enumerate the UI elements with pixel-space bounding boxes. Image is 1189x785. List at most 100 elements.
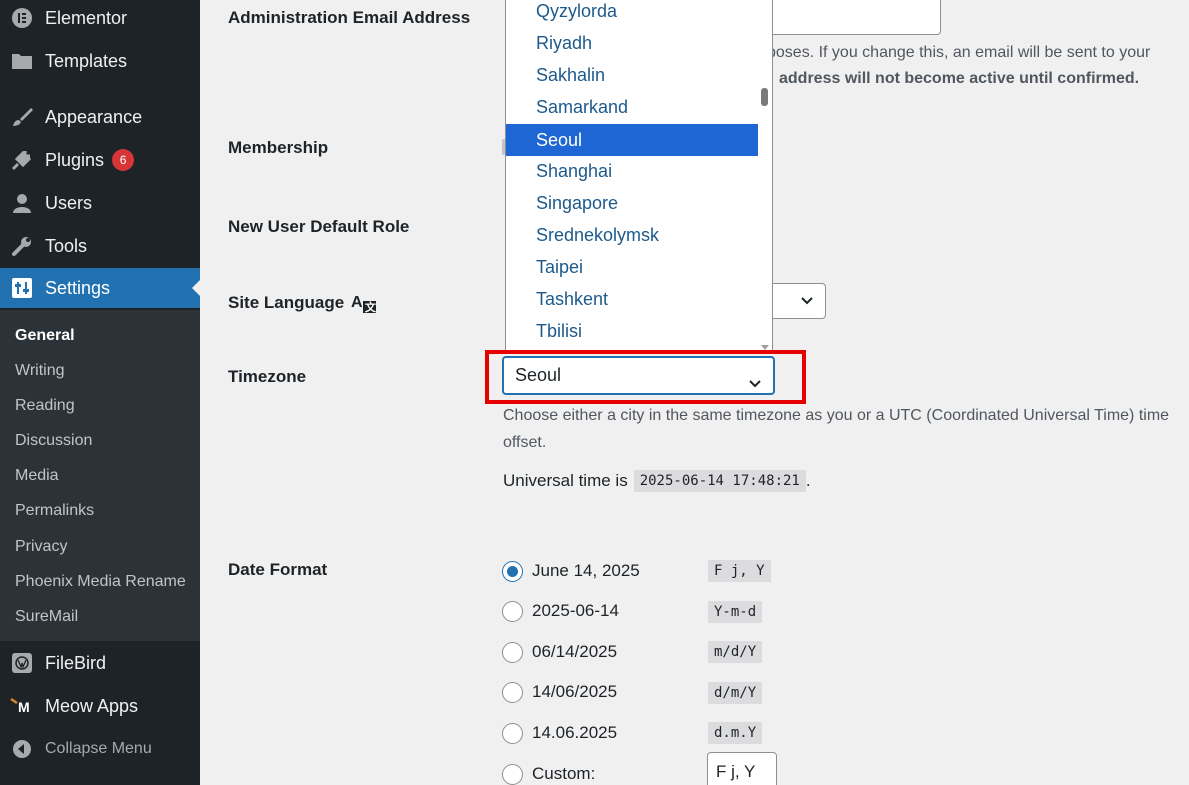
admin-email-desc: poses. If you change this, an email will… (767, 44, 1151, 61)
translate-icon: A文 (351, 292, 377, 314)
svg-text:A: A (351, 294, 363, 311)
universal-time-row: Universal time is 2025-06-14 17:48:21 . (503, 470, 811, 492)
membership-label: Membership (228, 138, 329, 157)
meow-apps-icon: M (10, 694, 34, 718)
timezone-label: Timezone (228, 367, 307, 386)
admin-email-label: Administration Email Address (228, 8, 471, 27)
wrench-icon (10, 234, 34, 258)
site-language-label: Site Language (228, 293, 345, 312)
timezone-option[interactable]: Qyzylorda (506, 0, 759, 27)
menu-label: Plugins (45, 149, 105, 170)
date-format-code: d/m/Y (708, 682, 763, 704)
radio-button[interactable] (502, 641, 523, 663)
settings-icon (10, 276, 34, 300)
red-highlight-box (485, 350, 806, 404)
radio-button[interactable] (502, 763, 523, 785)
date-format-option[interactable]: 14.06.2025 (502, 721, 617, 745)
submenu-reading[interactable]: Reading (0, 388, 200, 423)
menu-label: Users (45, 192, 93, 213)
date-format-option-custom[interactable]: Custom: (502, 762, 595, 785)
date-format-option[interactable]: 14/06/2025 (502, 680, 617, 704)
date-format-example: 14.06.2025 (532, 723, 618, 742)
submenu-privacy[interactable]: Privacy (0, 529, 200, 564)
submenu-writing[interactable]: Writing (0, 353, 200, 388)
menu-label: Appearance (45, 106, 143, 127)
settings-submenu: General Writing Reading Discussion Media… (0, 310, 200, 641)
timezone-option[interactable]: Sakhalin (506, 59, 759, 91)
collapse-menu-button[interactable]: Collapse Menu (0, 729, 200, 769)
menu-item-tools[interactable]: Tools (0, 226, 200, 266)
menu-label: Elementor (45, 7, 128, 28)
timezone-option-selected[interactable]: Seoul (506, 124, 759, 156)
menu-item-meow-apps[interactable]: M Meow Apps (0, 686, 200, 726)
menu-label: Templates (45, 50, 128, 71)
menu-label: Tools (45, 235, 88, 256)
date-format-option[interactable]: 2025-06-14 (502, 599, 619, 623)
timezone-option[interactable]: Shanghai (506, 155, 759, 187)
timezone-description: Choose either a city in the same timezon… (503, 407, 1170, 451)
menu-item-plugins[interactable]: Plugins 6 (0, 140, 200, 180)
submenu-permalinks[interactable]: Permalinks (0, 493, 200, 528)
universal-time-prefix: Universal time is (503, 471, 628, 490)
collapse-icon (10, 737, 34, 761)
menu-label: FileBird (45, 652, 107, 673)
date-format-label: Date Format (228, 560, 328, 579)
date-format-example: 2025-06-14 (532, 601, 619, 620)
menu-item-filebird[interactable]: FileBird (0, 643, 200, 683)
date-format-code: d.m.Y (708, 722, 763, 744)
timezone-dropdown-list[interactable]: Qyzylorda Riyadh Sakhalin Samarkand Seou… (505, 0, 773, 352)
date-format-example: June 14, 2025 (532, 561, 640, 580)
date-format-example: 14/06/2025 (532, 682, 618, 701)
plugins-update-badge: 6 (112, 149, 135, 171)
timezone-option[interactable]: Tashkent (506, 283, 759, 315)
date-format-custom-label: Custom: (532, 764, 596, 783)
scrollbar-thumb[interactable] (761, 88, 768, 106)
date-format-option[interactable]: June 14, 2025 (502, 559, 640, 583)
site-language-row-label: Site Language A文 (228, 292, 377, 314)
menu-item-settings[interactable]: Settings (0, 268, 200, 308)
folder-icon (10, 49, 34, 73)
timezone-option[interactable]: Srednekolymsk (506, 219, 759, 251)
universal-time-suffix: . (805, 471, 811, 490)
submenu-media[interactable]: Media (0, 458, 200, 493)
date-format-code: F j, Y (708, 560, 771, 582)
timezone-option[interactable]: Riyadh (506, 27, 759, 59)
date-format-code: m/d/Y (708, 641, 763, 663)
menu-item-users[interactable]: Users (0, 183, 200, 223)
custom-date-format-input[interactable]: F j, Y (707, 752, 777, 785)
active-menu-arrow (192, 280, 200, 296)
menu-label: Meow Apps (45, 695, 139, 716)
radio-button[interactable] (502, 722, 523, 744)
menu-item-templates[interactable]: Templates (0, 41, 200, 81)
radio-button-checked[interactable] (502, 560, 523, 582)
radio-button[interactable] (502, 600, 523, 622)
chevron-down-icon (799, 292, 815, 313)
plug-icon (10, 148, 34, 172)
admin-email-field[interactable] (760, 0, 941, 35)
menu-item-elementor[interactable]: Elementor (0, 0, 200, 38)
paintbrush-icon (10, 105, 34, 129)
menu-item-appearance[interactable]: Appearance (0, 97, 200, 137)
submenu-phoenix-media-rename[interactable]: Phoenix Media Rename (0, 564, 200, 599)
menu-label: Collapse Menu (45, 740, 152, 757)
date-format-example: 06/14/2025 (532, 642, 618, 661)
default-role-label: New User Default Role (228, 217, 410, 236)
submenu-general[interactable]: General (0, 318, 200, 353)
wordpress-icon (10, 651, 34, 675)
timezone-option[interactable]: Singapore (506, 187, 759, 219)
timezone-option[interactable]: Samarkand (506, 91, 759, 123)
submenu-discussion[interactable]: Discussion (0, 423, 200, 458)
timezone-option[interactable]: Taipei (506, 251, 759, 283)
submenu-suremail[interactable]: SureMail (0, 599, 200, 634)
radio-button[interactable] (502, 681, 523, 703)
svg-text:文: 文 (365, 300, 377, 314)
admin-email-desc-bold: address will not become active until con… (779, 70, 1140, 87)
timezone-option[interactable]: Tbilisi (506, 315, 759, 347)
svg-text:M: M (18, 699, 30, 715)
dropdown-scrollbar[interactable] (758, 0, 772, 351)
user-icon (10, 191, 34, 215)
universal-time-value: 2025-06-14 17:48:21 (633, 470, 806, 492)
menu-label: Settings (45, 277, 111, 298)
date-format-option[interactable]: 06/14/2025 (502, 640, 617, 664)
date-format-code: Y-m-d (708, 601, 763, 623)
